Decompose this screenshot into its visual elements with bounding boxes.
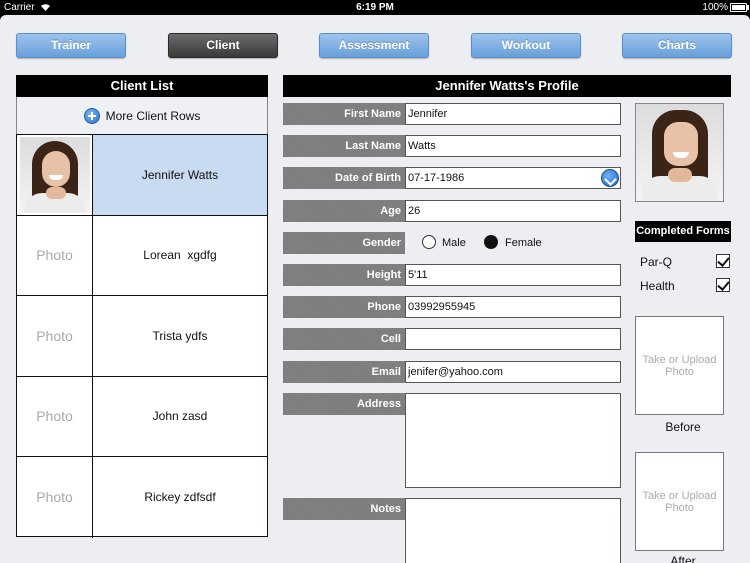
cell-label: Cell: [283, 328, 405, 350]
address-label: Address: [283, 393, 405, 415]
parq-label: Par-Q: [640, 255, 673, 269]
client-name: Rickey zdfsdf: [144, 490, 216, 505]
notes-field[interactable]: [405, 498, 621, 563]
client-row[interactable]: Photo Trista ydfs: [17, 296, 267, 377]
gender-male-radio[interactable]: [422, 235, 436, 249]
after-caption: After: [670, 554, 696, 563]
battery-icon: [730, 3, 747, 12]
client-row[interactable]: Photo Rickey zdfsdf: [17, 457, 267, 538]
status-bar: Carrier 6:19 PM 100%: [0, 0, 750, 15]
client-name: John zasd: [152, 409, 208, 424]
app-window: Trainer Client Assessment Workout Charts…: [0, 15, 750, 563]
add-circle-icon: [83, 107, 100, 124]
dob-label: Date of Birth: [283, 167, 405, 189]
after-photo-upload[interactable]: Take or Upload Photo: [635, 452, 724, 551]
first-name-field[interactable]: [405, 103, 621, 125]
client-photo-placeholder: Photo: [17, 215, 93, 295]
health-checkbox[interactable]: [716, 278, 730, 292]
client-photo: [17, 135, 93, 215]
gender-label: Gender: [283, 232, 405, 254]
client-list: Jennifer Watts Photo Lorean xgdfg Photo …: [16, 134, 268, 538]
before-photo-upload[interactable]: Take or Upload Photo: [635, 316, 724, 415]
tab-workout[interactable]: Workout: [471, 33, 581, 58]
profile-photo[interactable]: [635, 103, 724, 202]
age-field[interactable]: [405, 200, 621, 222]
dob-field[interactable]: [405, 167, 621, 189]
client-row[interactable]: Jennifer Watts: [17, 135, 267, 216]
dob-dropdown-icon[interactable]: [601, 169, 619, 187]
health-label: Health: [640, 279, 675, 293]
tab-assessment[interactable]: Assessment: [319, 33, 429, 58]
email-label: Email: [283, 361, 405, 383]
height-field[interactable]: [405, 264, 621, 286]
tab-trainer[interactable]: Trainer: [16, 33, 126, 58]
last-name-field[interactable]: [405, 135, 621, 157]
profile-portrait: [636, 104, 723, 201]
battery-percent: 100%: [702, 2, 728, 13]
email-field[interactable]: [405, 361, 621, 383]
completed-forms-title: Completed Forms: [635, 221, 731, 242]
client-name: Trista ydfs: [152, 328, 208, 343]
profile-title: Jennifer Watts's Profile: [283, 75, 731, 97]
more-client-rows-label: More Client Rows: [105, 108, 201, 123]
tab-client[interactable]: Client: [168, 33, 278, 58]
client-name: Lorean xgdfg: [143, 248, 217, 263]
client-row[interactable]: Photo Lorean xgdfg: [17, 215, 267, 296]
tab-charts[interactable]: Charts: [622, 33, 732, 58]
phone-field[interactable]: [405, 296, 621, 318]
client-name: Jennifer Watts: [93, 135, 267, 215]
client-row[interactable]: Photo John zasd: [17, 376, 267, 457]
address-field[interactable]: [405, 393, 621, 488]
phone-label: Phone: [283, 296, 405, 318]
last-name-label: Last Name: [283, 135, 405, 157]
height-label: Height: [283, 264, 405, 286]
cell-field[interactable]: [405, 328, 621, 350]
gender-female-label: Female: [505, 237, 542, 249]
notes-label: Notes: [283, 498, 405, 520]
clock: 6:19 PM: [356, 2, 394, 13]
before-caption: Before: [665, 420, 701, 434]
age-label: Age: [283, 200, 405, 222]
parq-checkbox[interactable]: [716, 254, 730, 268]
client-list-title: Client List: [16, 75, 268, 97]
first-name-label: First Name: [283, 103, 405, 125]
gender-female-radio[interactable]: [484, 235, 498, 249]
client-photo-placeholder: Photo: [17, 376, 93, 456]
more-client-rows-button[interactable]: More Client Rows: [16, 97, 268, 135]
client-photo-placeholder: Photo: [17, 296, 93, 376]
client-photo-placeholder: Photo: [17, 457, 93, 538]
gender-male-label: Male: [442, 237, 466, 249]
client-portrait: [19, 136, 90, 213]
